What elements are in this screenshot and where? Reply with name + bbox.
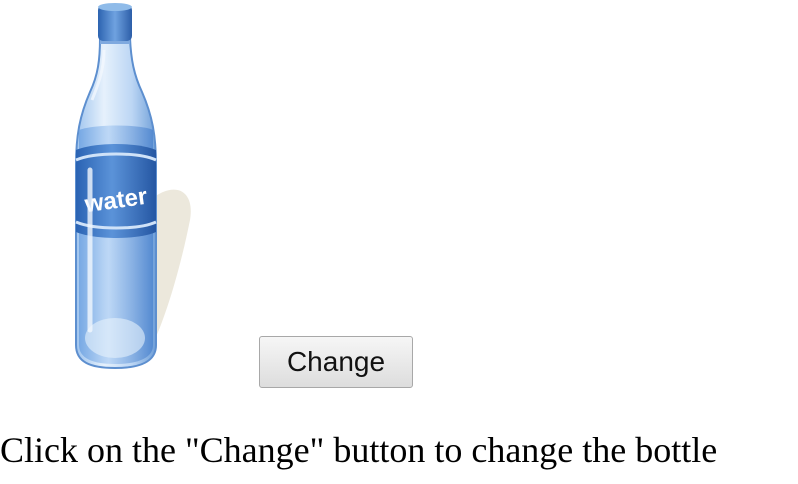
change-button[interactable]: Change xyxy=(259,336,413,388)
instruction-text: Click on the "Change" button to change t… xyxy=(0,430,718,470)
bottle-image: water xyxy=(0,0,250,375)
water-bottle-icon: water xyxy=(75,3,191,370)
